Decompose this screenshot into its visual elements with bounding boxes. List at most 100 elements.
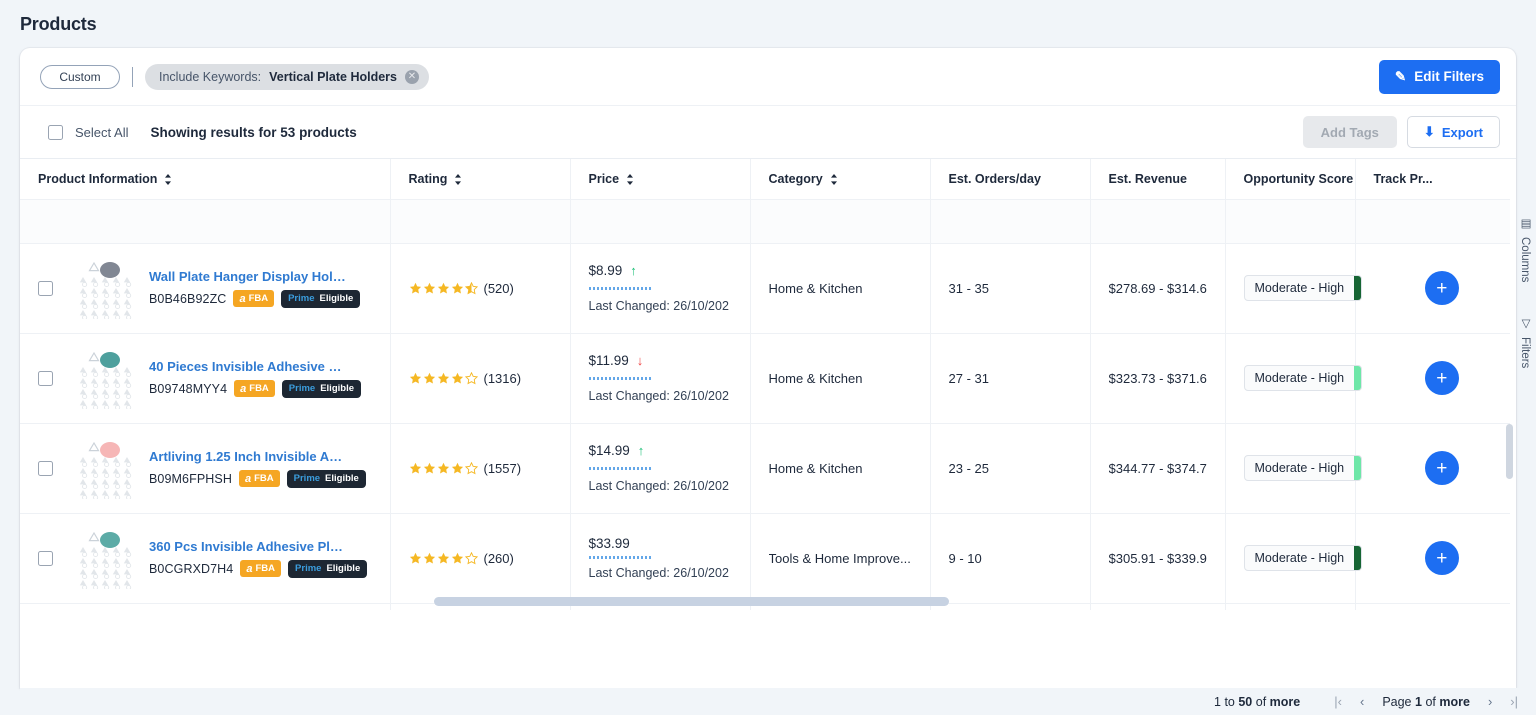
track-product-button[interactable]: + xyxy=(1424,451,1459,485)
price-last-changed: Last Changed: 26/10/202 xyxy=(588,298,729,313)
product-title-link[interactable]: 360 Pcs Invisible Adhesive Plate... xyxy=(149,539,349,554)
rail-item-columns[interactable]: ▤ Columns xyxy=(1518,216,1532,282)
est-revenue-value: $305.91 - $339.9 xyxy=(1108,550,1207,566)
rating-stars xyxy=(409,281,478,295)
table-head: Product Information Rating Price Category Es… xyxy=(20,159,1510,200)
page-total: more xyxy=(1439,694,1470,709)
cell-category: Home & Kitchen xyxy=(750,333,931,424)
column-filter-cell[interactable] xyxy=(390,199,571,244)
row-select-checkbox[interactable] xyxy=(38,550,53,566)
horizontal-scrollbar[interactable] xyxy=(390,597,1416,606)
asin-text: B09748MYY4 xyxy=(149,381,228,396)
close-icon[interactable]: ✕ xyxy=(404,69,419,84)
category-value: Home & Kitchen xyxy=(768,280,863,296)
category-value: Home & Kitchen xyxy=(768,460,863,476)
track-product-button[interactable]: + xyxy=(1424,271,1459,305)
column-header-product-information[interactable]: Product Information xyxy=(20,159,391,200)
rating-stars xyxy=(409,371,478,385)
column-filter-cell[interactable] xyxy=(930,199,1091,244)
range-end: 50 xyxy=(1238,694,1253,709)
rating-count: (260) xyxy=(483,550,514,566)
row-select-checkbox[interactable] xyxy=(38,370,53,386)
table-row[interactable]: Wall Plate Hanger Display Holder... B0B46… xyxy=(20,243,1510,334)
cell-product-information[interactable]: Artliving 1.25 Inch Invisible Adhesive..… xyxy=(20,423,391,514)
row-select-checkbox[interactable] xyxy=(38,460,53,476)
showing-prefix: Showing results for xyxy=(150,124,277,140)
include-keywords-chip[interactable]: Include Keywords: Vertical Plate Holders… xyxy=(145,63,429,90)
column-header-label: Rating xyxy=(408,171,448,186)
price-last-changed: Last Changed: 26/10/202 xyxy=(588,388,729,403)
star-icon-full xyxy=(437,462,449,474)
table-row[interactable]: 40 Pieces Invisible Adhesive Plate... B09… xyxy=(20,333,1510,424)
product-badges: B09M6FPHSH a FBA Prime Eligible xyxy=(149,469,366,488)
price-trend-sparkline xyxy=(588,466,651,470)
product-title-link[interactable]: Wall Plate Hanger Display Holder... xyxy=(149,269,349,284)
column-filter-cell[interactable] xyxy=(1355,199,1510,244)
status-badge: Moderate - High xyxy=(1243,455,1363,481)
last-page-button[interactable]: ›| xyxy=(1510,695,1518,708)
column-filter-cell[interactable] xyxy=(750,199,931,244)
product-title-link[interactable]: Artliving 1.25 Inch Invisible Adhesive..… xyxy=(149,449,349,464)
custom-preset-chip[interactable]: Custom xyxy=(40,64,120,89)
table-row[interactable]: 360 Pcs Invisible Adhesive Plate... B0CGR… xyxy=(20,513,1510,604)
star-icon-full xyxy=(409,282,421,294)
next-page-button[interactable]: › xyxy=(1488,695,1492,708)
select-all-label: Select All xyxy=(75,124,129,140)
cell-product-information[interactable]: Wall Plate Hanger Display Holder... B0B46… xyxy=(20,243,391,334)
column-header-rating[interactable]: Rating xyxy=(390,159,571,200)
column-filter-cell[interactable] xyxy=(20,199,391,244)
star-icon-full xyxy=(451,282,463,294)
cell-category: Tools & Home Improve... xyxy=(750,513,931,604)
amazon-icon: a xyxy=(239,292,246,305)
add-tags-button[interactable]: Add Tags xyxy=(1302,116,1397,148)
right-rail: ▤ Columns ▽ Filters xyxy=(1514,216,1536,396)
cell-est-revenue: $305.91 - $339.9 xyxy=(1090,513,1226,604)
results-count-text: Showing results for 53 products xyxy=(150,125,356,140)
track-product-button[interactable]: + xyxy=(1424,361,1459,395)
category-value: Home & Kitchen xyxy=(768,370,863,386)
funnel-icon: ▽ xyxy=(1519,316,1531,331)
star-icon-full xyxy=(409,462,421,474)
cell-price: $8.99 ↑ Last Changed: 26/10/202 xyxy=(570,243,751,334)
actions-bar: Select All Showing results for 53 produc… xyxy=(20,106,1516,158)
price-value: $8.99 xyxy=(588,263,623,278)
star-icon-full xyxy=(423,462,435,474)
star-icon-full xyxy=(423,552,435,564)
column-filter-cell[interactable] xyxy=(1090,199,1226,244)
product-thumbnail xyxy=(77,347,135,409)
prime-eligible-badge: Prime Eligible xyxy=(281,289,361,308)
track-product-button[interactable]: + xyxy=(1424,541,1459,575)
cell-product-information[interactable]: 360 Pcs Invisible Adhesive Plate... B0CGR… xyxy=(20,513,391,604)
cell-product-information[interactable]: 40 Pieces Invisible Adhesive Plate... B09… xyxy=(20,333,391,424)
cell-opportunity-score: Moderate - High xyxy=(1225,243,1363,334)
prev-page-button[interactable]: ‹ xyxy=(1360,695,1364,708)
column-filter-cell[interactable] xyxy=(1225,199,1356,244)
product-thumbnail-image xyxy=(79,531,132,589)
column-header-price[interactable]: Price xyxy=(570,159,751,200)
rail-item-filters[interactable]: ▽ Filters xyxy=(1518,316,1532,368)
horizontal-scroll-thumb[interactable] xyxy=(434,597,949,606)
showing-suffix: products xyxy=(299,124,357,140)
column-header-label: Category xyxy=(768,171,823,186)
select-all-checkbox[interactable] xyxy=(48,124,63,140)
row-select-checkbox[interactable] xyxy=(38,280,53,296)
opportunity-score-bar xyxy=(1354,276,1362,300)
first-page-button[interactable]: |‹ xyxy=(1334,695,1342,708)
edit-filters-button[interactable]: ✎ Edit Filters xyxy=(1378,59,1500,94)
product-badges: B09748MYY4 a FBA Prime Eligible xyxy=(149,379,361,398)
column-header-category[interactable]: Category xyxy=(750,159,931,200)
column-filter-cell[interactable] xyxy=(570,199,751,244)
products-card: Custom Include Keywords: Vertical Plate … xyxy=(20,48,1516,688)
product-thumbnail-image xyxy=(79,441,132,499)
est-orders-value: 27 - 31 xyxy=(948,370,989,386)
export-button[interactable]: ⬇ Export xyxy=(1406,116,1500,148)
table-row[interactable]: Artliving 1.25 Inch Invisible Adhesive..… xyxy=(20,423,1510,514)
opportunity-score-label: Moderate - High xyxy=(1254,551,1345,565)
cell-product-information[interactable]: Sawvsine Invisible Adhesive Plate... xyxy=(20,603,391,610)
star-icon-half xyxy=(464,281,478,294)
product-title-link[interactable]: 40 Pieces Invisible Adhesive Plate... xyxy=(149,359,349,374)
est-orders-value: 23 - 25 xyxy=(948,460,989,476)
vertical-scroll-thumb[interactable] xyxy=(1506,424,1513,479)
column-header-label: Opportunity Score xyxy=(1243,171,1354,186)
opportunity-score-label: Moderate - High xyxy=(1254,461,1345,475)
